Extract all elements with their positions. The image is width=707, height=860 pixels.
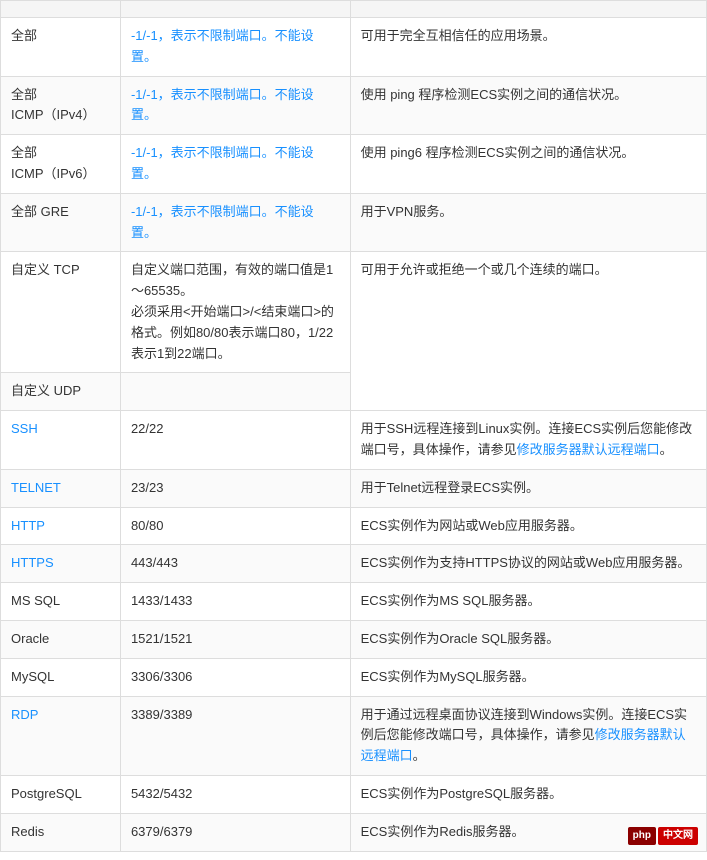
cell-port: 23/23 (120, 469, 350, 507)
cell-usage: 可用于允许或拒绝一个或几个连续的端口。 (350, 252, 706, 411)
cell-port: -1/-1，表示不限制端口。不能设置。 (120, 18, 350, 77)
cell-protocol: TELNET (1, 469, 121, 507)
cell-usage: 用于VPN服务。 (350, 193, 706, 252)
cell-usage: 使用 ping 程序检测ECS实例之间的通信状况。 (350, 76, 706, 135)
cell-protocol: 自定义 TCP (1, 252, 121, 373)
cell-usage: 用于通过远程桌面协议连接到Windows实例。连接ECS实例后您能修改端口号，具… (350, 696, 706, 775)
cell-usage: ECS实例作为网站或Web应用服务器。 (350, 507, 706, 545)
cell-port: 80/80 (120, 507, 350, 545)
cell-usage: ECS实例作为Redis服务器。php中文网 (350, 813, 706, 851)
cell-protocol: Redis (1, 813, 121, 851)
cell-usage: ECS实例作为支持HTTPS协议的网站或Web应用服务器。 (350, 545, 706, 583)
cell-protocol: 全部 (1, 18, 121, 77)
cell-protocol: 全部ICMP（IPv4） (1, 76, 121, 135)
cell-protocol: SSH (1, 411, 121, 470)
cell-usage: ECS实例作为MySQL服务器。 (350, 658, 706, 696)
cell-usage: ECS实例作为MS SQL服务器。 (350, 583, 706, 621)
cell-usage: ECS实例作为PostgreSQL服务器。 (350, 775, 706, 813)
cell-protocol: 全部 GRE (1, 193, 121, 252)
cell-protocol: 自定义 UDP (1, 373, 121, 411)
cell-protocol: HTTP (1, 507, 121, 545)
cell-port: 6379/6379 (120, 813, 350, 851)
ssh-modify-link[interactable]: 修改服务器默认远程端口 (517, 442, 660, 457)
cell-protocol: HTTPS (1, 545, 121, 583)
cell-port (120, 373, 350, 411)
cell-protocol: 全部ICMP（IPv6） (1, 135, 121, 194)
http-link[interactable]: HTTP (11, 518, 45, 533)
cell-protocol: MySQL (1, 658, 121, 696)
cell-port: 5432/5432 (120, 775, 350, 813)
cell-port: 443/443 (120, 545, 350, 583)
cell-protocol: RDP (1, 696, 121, 775)
cell-port: 3389/3389 (120, 696, 350, 775)
rdp-modify-link[interactable]: 修改服务器默认远程端口 (361, 727, 686, 763)
ssh-link[interactable]: SSH (11, 421, 38, 436)
cell-usage: 使用 ping6 程序检测ECS实例之间的通信状况。 (350, 135, 706, 194)
cell-port: -1/-1，表示不限制端口。不能设置。 (120, 76, 350, 135)
cell-port: 22/22 (120, 411, 350, 470)
cell-protocol: PostgreSQL (1, 775, 121, 813)
cell-usage: 用于SSH远程连接到Linux实例。连接ECS实例后您能修改端口号，具体操作，请… (350, 411, 706, 470)
cell-protocol: Oracle (1, 620, 121, 658)
cell-port: 3306/3306 (120, 658, 350, 696)
cell-port: -1/-1，表示不限制端口。不能设置。 (120, 135, 350, 194)
cn-badge: 中文网 (658, 827, 698, 845)
header-protocol (1, 1, 121, 18)
cell-port: 自定义端口范围，有效的端口值是1～65535。必须采用<开始端口>/<结束端口>… (120, 252, 350, 373)
https-link[interactable]: HTTPS (11, 555, 54, 570)
telnet-link[interactable]: TELNET (11, 480, 61, 495)
cell-usage: 可用于完全互相信任的应用场景。 (350, 18, 706, 77)
cell-port: -1/-1，表示不限制端口。不能设置。 (120, 193, 350, 252)
rdp-link[interactable]: RDP (11, 707, 38, 722)
cell-usage: 用于Telnet远程登录ECS实例。 (350, 469, 706, 507)
protocol-table: 全部-1/-1，表示不限制端口。不能设置。可用于完全互相信任的应用场景。全部IC… (0, 0, 707, 852)
cell-usage: ECS实例作为Oracle SQL服务器。 (350, 620, 706, 658)
cell-port: 1521/1521 (120, 620, 350, 658)
cell-protocol: MS SQL (1, 583, 121, 621)
cell-port: 1433/1433 (120, 583, 350, 621)
php-badge: php (628, 827, 656, 845)
header-port (120, 1, 350, 18)
header-usage (350, 1, 706, 18)
